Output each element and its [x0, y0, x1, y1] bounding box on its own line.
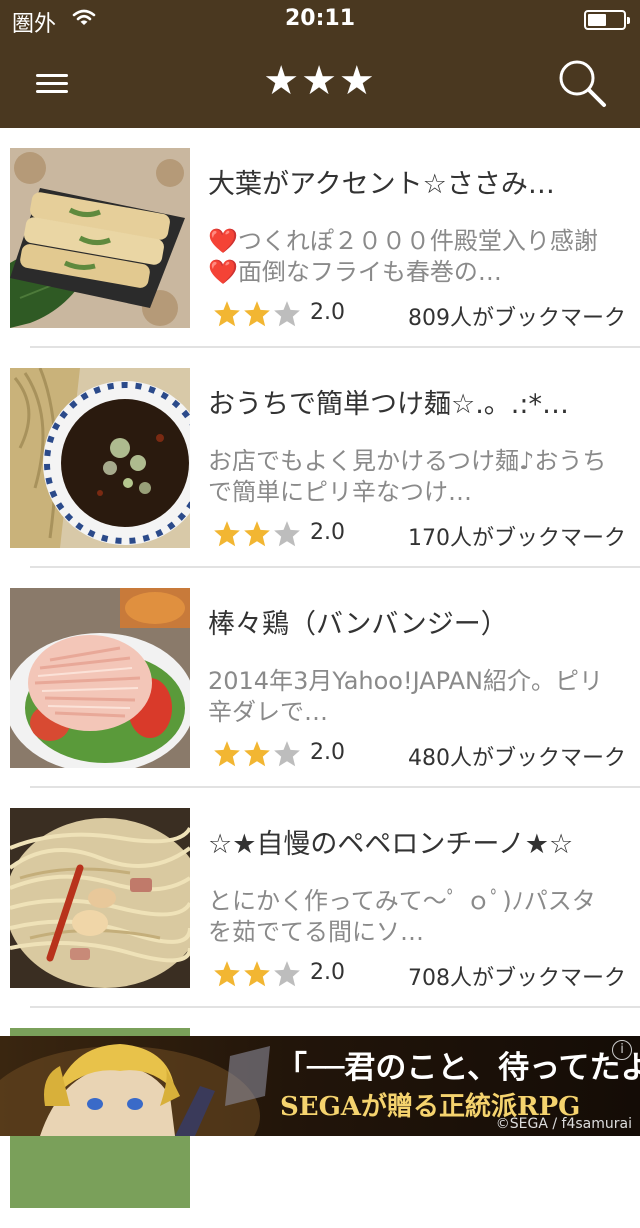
- recipe-item[interactable]: おうちで簡単つけ麺☆.。.:*… お店でもよく見かけるつけ麺♪おうちで簡単にピリ…: [0, 348, 640, 568]
- recipe-title: 大葉がアクセント☆ささみ…: [208, 169, 555, 200]
- star-filled-icon: [214, 961, 240, 987]
- rating-value: 2.0: [310, 740, 345, 765]
- recipe-item[interactable]: 大葉がアクセント☆ささみ… ❤️つくれぽ２０００件殿堂入り感謝❤️面倒なフライも…: [0, 128, 640, 348]
- recipe-item[interactable]: 棒々鶏（バンバンジー） 2014年3月Yahoo!JAPAN紹介。ピリ辛ダレで……: [0, 568, 640, 788]
- recipe-thumbnail: [10, 368, 190, 548]
- ad-info-icon[interactable]: i: [612, 1040, 632, 1060]
- status-time: 20:11: [284, 6, 356, 31]
- rating-value: 2.0: [310, 960, 345, 985]
- bookmark-count: 809人がブックマーク: [408, 306, 626, 331]
- bookmark-count: 170人がブックマーク: [408, 526, 626, 551]
- star-empty-icon: [274, 521, 300, 547]
- star-empty-icon: [274, 741, 300, 767]
- recipe-title: ☆★自慢のペペロンチーノ★☆: [208, 829, 574, 860]
- recipe-thumbnail: [10, 148, 190, 328]
- recipe-description: ❤️つくれぽ２０００件殿堂入り感謝❤️面倒なフライも春巻の…: [208, 227, 598, 286]
- ad-headline: 「──君のこと、待ってたよ!」: [276, 1050, 640, 1086]
- recipe-title: 棒々鶏（バンバンジー）: [208, 609, 508, 640]
- rating-value: 2.0: [310, 300, 345, 325]
- star-filled-icon: [214, 301, 240, 327]
- search-button[interactable]: [554, 56, 610, 112]
- navigation-bar: ★★★: [0, 40, 640, 128]
- recipe-description: お店でもよく見かけるつけ麺♪おうちで簡単にピリ辛なつけ…: [208, 447, 607, 506]
- page-title: ★★★: [263, 58, 377, 104]
- search-icon: [559, 60, 606, 107]
- recipe-thumbnail: [10, 588, 190, 768]
- recipe-description: 2014年3月Yahoo!JAPAN紹介。ピリ辛ダレで…: [208, 667, 603, 726]
- star-filled-icon: [214, 741, 240, 767]
- star-filled-icon: [244, 741, 270, 767]
- recipe-thumbnail: [10, 808, 190, 988]
- star-filled-icon: [244, 301, 270, 327]
- bookmark-count: 480人がブックマーク: [408, 746, 626, 771]
- recipe-item[interactable]: ☆★自慢のペペロンチーノ★☆ とにかく作ってみて〜ﾟ ｏﾟ)ﾉパスタを茹でてる間…: [0, 788, 640, 1008]
- star-empty-icon: [274, 301, 300, 327]
- battery-icon: [584, 10, 630, 30]
- star-filled-icon: [244, 521, 270, 547]
- star-filled-icon: [244, 961, 270, 987]
- star-empty-icon: [274, 961, 300, 987]
- ad-copyright: ©SEGA / f4samurai: [495, 1116, 632, 1132]
- ad-banner[interactable]: 「──君のこと、待ってたよ!」 SEGAが贈る正統派RPG i ©SEGA / …: [0, 1036, 640, 1136]
- rating-value: 2.0: [310, 520, 345, 545]
- status-bar: 圏外 20:11: [0, 0, 640, 40]
- recipe-title: おうちで簡単つけ麺☆.。.:*…: [208, 389, 569, 420]
- recipe-description: とにかく作ってみて〜ﾟ ｏﾟ)ﾉパスタを茹でてる間にソ…: [208, 887, 596, 946]
- star-filled-icon: [214, 521, 240, 547]
- bookmark-count: 708人がブックマーク: [408, 966, 626, 991]
